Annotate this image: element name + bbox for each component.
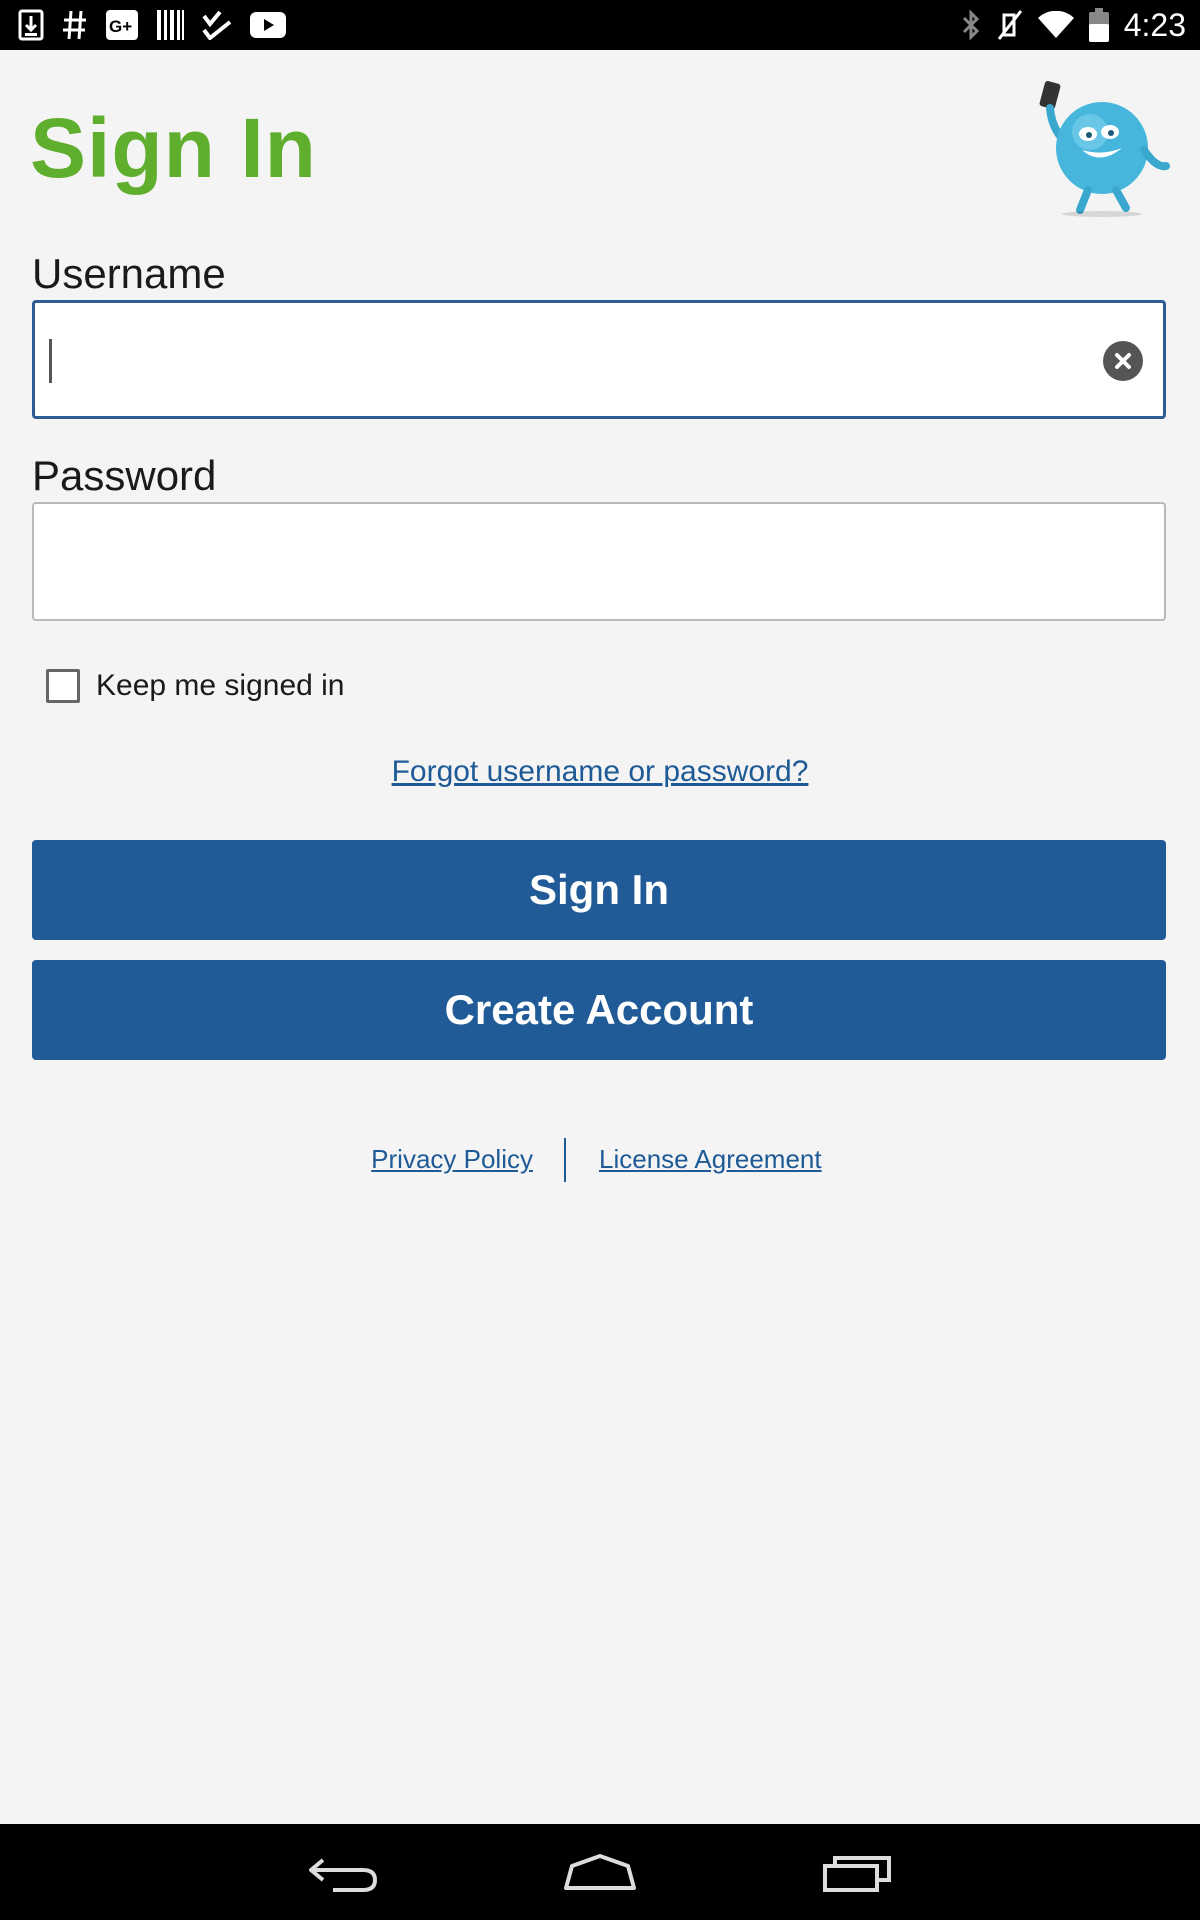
password-field[interactable] (32, 502, 1166, 621)
notification-icons: G+ (18, 8, 286, 42)
keep-signed-in-row[interactable]: Keep me signed in (46, 668, 345, 704)
text-cursor (49, 339, 52, 383)
status-bar: G+ 4:23 (0, 0, 1200, 50)
password-label: Password (32, 452, 217, 499)
bluetooth-icon (960, 9, 982, 41)
vibrate-off-icon (996, 9, 1024, 41)
keep-signed-in-label[interactable]: Keep me signed in (96, 669, 345, 703)
mascot-icon (1030, 78, 1170, 218)
username-field[interactable] (32, 300, 1166, 419)
create-account-button[interactable]: Create Account (32, 960, 1166, 1060)
back-button[interactable] (298, 1842, 388, 1902)
license-agreement-link[interactable]: License Agreement (599, 1144, 822, 1175)
close-icon (1115, 353, 1131, 369)
recent-apps-icon (823, 1856, 891, 1892)
footer-links: Privacy Policy License Agreement (0, 1138, 1200, 1184)
wifi-icon (1037, 11, 1074, 39)
sign-in-button[interactable]: Sign In (32, 840, 1166, 940)
hash-icon (62, 9, 88, 41)
back-icon (309, 1858, 378, 1892)
recent-apps-button[interactable] (812, 1842, 902, 1902)
svg-text:G+: G+ (109, 17, 132, 36)
keep-signed-in-checkbox[interactable] (46, 669, 80, 703)
youtube-icon (250, 12, 286, 38)
battery-icon (1088, 8, 1110, 42)
home-icon (564, 1854, 636, 1890)
username-input[interactable] (35, 303, 1163, 416)
page-title: Sign In (30, 101, 317, 195)
download-icon (18, 9, 44, 41)
clear-text-button[interactable] (1103, 341, 1143, 381)
privacy-policy-link[interactable]: Privacy Policy (371, 1144, 533, 1175)
checklist-icon (202, 10, 232, 40)
system-icons: 4:23 (960, 6, 1186, 44)
barcode-icon (156, 10, 184, 40)
google-plus-icon: G+ (106, 10, 138, 40)
status-clock: 4:23 (1123, 6, 1186, 43)
username-label: Username (32, 250, 226, 297)
navigation-bar (0, 1824, 1200, 1920)
forgot-credentials-link[interactable]: Forgot username or password? (0, 755, 1200, 789)
footer-divider (564, 1138, 566, 1182)
password-input[interactable] (34, 504, 1164, 619)
home-button[interactable] (555, 1842, 645, 1902)
